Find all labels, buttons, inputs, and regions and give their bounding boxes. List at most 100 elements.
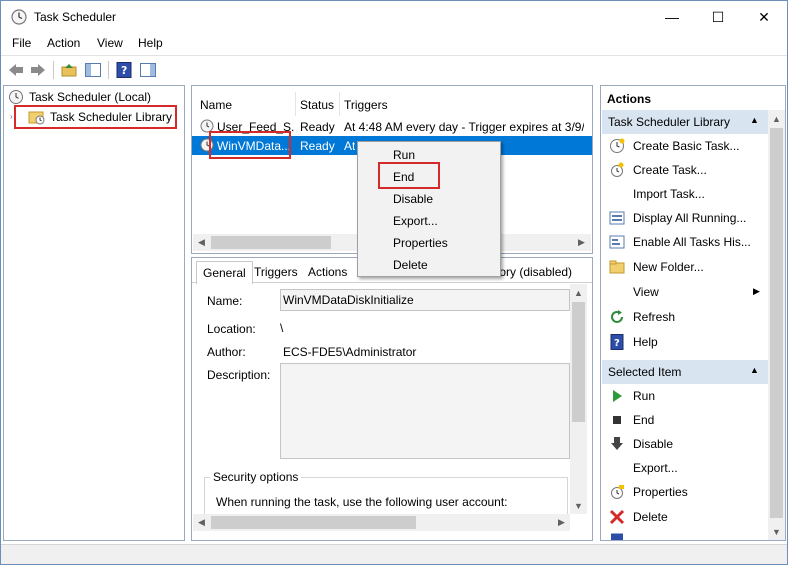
action-export[interactable]: Export... bbox=[609, 457, 678, 479]
toolbar: ? bbox=[1, 55, 787, 83]
action-import-task[interactable]: Import Task... bbox=[609, 183, 705, 205]
collapse-icon[interactable]: ▲ bbox=[750, 365, 759, 375]
scroll-up-icon[interactable]: ▲ bbox=[570, 284, 587, 301]
horizontal-scrollbar[interactable]: ◀ ▶ bbox=[193, 514, 570, 531]
scroll-right-icon[interactable]: ▶ bbox=[553, 514, 570, 531]
action-label: Refresh bbox=[633, 310, 676, 324]
scroll-left-icon[interactable]: ◀ bbox=[193, 234, 210, 251]
action-label: Create Task... bbox=[633, 163, 707, 177]
vertical-scrollbar[interactable]: ▲ ▼ bbox=[570, 284, 587, 514]
menu-help[interactable]: Help bbox=[138, 36, 163, 50]
show-hide-action-pane-button[interactable] bbox=[139, 61, 157, 79]
column-header-triggers[interactable]: Triggers bbox=[344, 98, 388, 112]
vertical-scrollbar[interactable]: ▲ ▼ bbox=[768, 110, 785, 540]
action-create-basic-task[interactable]: Create Basic Task... bbox=[609, 135, 740, 157]
blank-icon bbox=[609, 460, 625, 476]
action-help[interactable]: ? Help bbox=[609, 331, 658, 353]
action-label: End bbox=[633, 413, 655, 427]
action-label: View bbox=[633, 285, 659, 299]
help-toolbar-button[interactable]: ? bbox=[115, 61, 133, 79]
action-help-partial[interactable] bbox=[609, 530, 633, 540]
security-text: When running the task, use the following… bbox=[216, 495, 508, 509]
scroll-left-icon[interactable]: ◀ bbox=[193, 514, 210, 531]
section-title: Selected Item bbox=[608, 365, 682, 379]
disable-icon bbox=[609, 436, 625, 452]
menu-bar: File Action View Help bbox=[1, 33, 787, 55]
tab-general[interactable]: General bbox=[196, 261, 253, 284]
column-header-status[interactable]: Status bbox=[300, 98, 334, 112]
folder-icon bbox=[609, 259, 625, 275]
toolbar-separator bbox=[108, 61, 109, 79]
highlight-box bbox=[378, 162, 440, 189]
column-header-name[interactable]: Name bbox=[200, 98, 232, 112]
scroll-thumb[interactable] bbox=[770, 128, 783, 518]
context-menu-export[interactable]: Export... bbox=[393, 214, 438, 228]
section-header-library[interactable]: Task Scheduler Library ▲ bbox=[602, 110, 768, 134]
action-new-folder[interactable]: New Folder... bbox=[609, 256, 704, 278]
scroll-right-icon[interactable]: ▶ bbox=[573, 234, 590, 251]
description-field[interactable] bbox=[280, 363, 570, 459]
action-label: Import Task... bbox=[633, 187, 705, 201]
show-hide-tree-button[interactable] bbox=[84, 61, 102, 79]
scroll-thumb[interactable] bbox=[211, 516, 416, 529]
action-refresh[interactable]: Refresh bbox=[609, 306, 675, 328]
menu-file[interactable]: File bbox=[12, 36, 31, 50]
scroll-down-icon[interactable]: ▼ bbox=[570, 497, 587, 514]
title-bar: Task Scheduler — ☐ ✕ bbox=[1, 1, 787, 33]
scroll-thumb[interactable] bbox=[211, 236, 331, 249]
console-tree-icon bbox=[85, 63, 101, 77]
minimize-button[interactable]: — bbox=[649, 1, 695, 33]
svg-text:?: ? bbox=[121, 64, 127, 77]
section-title: Task Scheduler Library bbox=[608, 115, 731, 129]
action-label: New Folder... bbox=[633, 260, 704, 274]
action-label: Disable bbox=[633, 437, 674, 451]
highlight-box bbox=[209, 131, 291, 159]
tab-actions[interactable]: Actions bbox=[302, 261, 353, 283]
action-view[interactable]: View ▶ bbox=[609, 281, 764, 303]
maximize-icon: ☐ bbox=[711, 8, 725, 25]
action-enable-history[interactable]: Enable All Tasks His... bbox=[609, 231, 751, 253]
context-menu-run[interactable]: Run bbox=[393, 148, 415, 162]
tree-item-library[interactable]: Task Scheduler Library bbox=[14, 105, 177, 129]
back-button[interactable] bbox=[7, 61, 25, 79]
scroll-up-icon[interactable]: ▲ bbox=[768, 110, 785, 127]
close-button[interactable]: ✕ bbox=[741, 1, 787, 33]
tab-triggers[interactable]: Triggers bbox=[248, 261, 304, 283]
window-title: Task Scheduler bbox=[34, 10, 117, 24]
back-arrow-icon bbox=[9, 64, 23, 76]
tree-root[interactable]: Task Scheduler (Local) bbox=[8, 89, 151, 105]
blank-icon bbox=[609, 284, 625, 300]
action-label: Run bbox=[633, 389, 656, 403]
maximize-button[interactable]: ☐ bbox=[695, 1, 741, 33]
context-menu-disable[interactable]: Disable bbox=[393, 192, 433, 206]
context-menu-delete[interactable]: Delete bbox=[393, 258, 428, 272]
scroll-thumb[interactable] bbox=[572, 302, 585, 422]
display-running-icon bbox=[609, 210, 625, 226]
action-label: Properties bbox=[633, 485, 688, 499]
tab-history[interactable]: tory (disabled) bbox=[490, 261, 578, 283]
forward-button[interactable] bbox=[29, 61, 47, 79]
section-header-selected-item[interactable]: Selected Item ▲ bbox=[602, 360, 768, 384]
menu-view[interactable]: View bbox=[97, 36, 123, 50]
up-folder-icon bbox=[61, 64, 77, 77]
author-label: Author: bbox=[207, 345, 246, 359]
task-triggers: At 4:48 AM every day - Trigger expires a… bbox=[344, 120, 584, 134]
close-icon: ✕ bbox=[758, 8, 770, 25]
action-disable[interactable]: Disable bbox=[609, 433, 673, 455]
action-properties[interactable]: Properties bbox=[609, 481, 688, 503]
action-display-all-running[interactable]: Display All Running... bbox=[609, 207, 746, 229]
forward-arrow-icon bbox=[31, 64, 45, 76]
expand-chevron-icon[interactable]: › bbox=[10, 112, 13, 121]
context-menu: Run End Disable Export... Properties Del… bbox=[357, 141, 501, 277]
help-icon bbox=[609, 533, 625, 540]
context-menu-properties[interactable]: Properties bbox=[393, 236, 448, 250]
name-field[interactable]: WinVMDataDiskInitialize bbox=[280, 289, 570, 311]
action-run[interactable]: Run bbox=[609, 385, 655, 407]
menu-action[interactable]: Action bbox=[47, 36, 80, 50]
up-folder-button[interactable] bbox=[60, 61, 78, 79]
scroll-down-icon[interactable]: ▼ bbox=[768, 523, 785, 540]
collapse-icon[interactable]: ▲ bbox=[750, 115, 759, 125]
action-create-task[interactable]: Create Task... bbox=[609, 159, 707, 181]
action-end[interactable]: End bbox=[609, 409, 654, 431]
action-delete[interactable]: Delete bbox=[609, 506, 668, 528]
